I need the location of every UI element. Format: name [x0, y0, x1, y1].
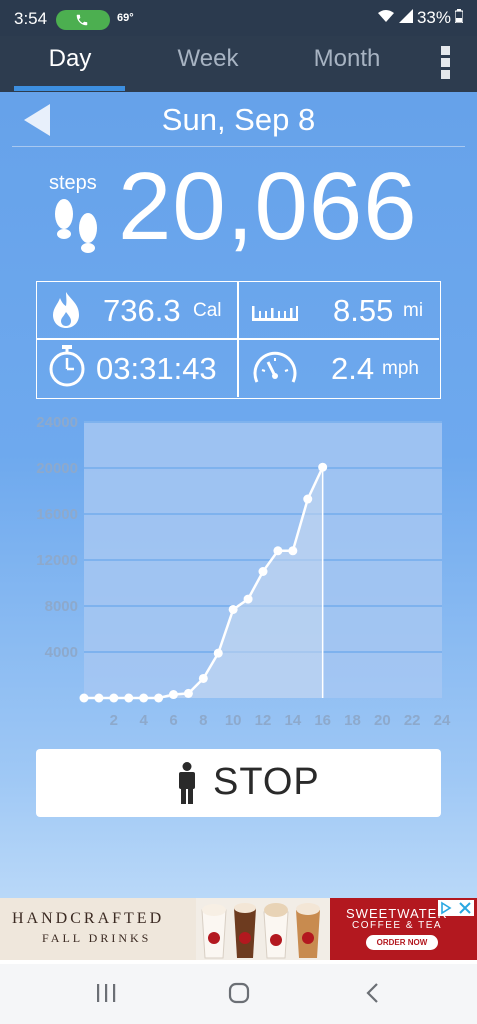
stopwatch-icon	[47, 344, 87, 393]
phone-call-icon[interactable]	[56, 10, 110, 30]
ad-order-button[interactable]: ORDER NOW	[366, 935, 438, 950]
data-point	[169, 690, 178, 700]
data-point	[183, 688, 193, 698]
x-tick-label: 6	[169, 712, 177, 729]
data-point	[258, 567, 268, 576]
status-right: 33%	[377, 8, 464, 28]
active-tab-indicator	[14, 86, 125, 91]
steps-count: 20,066	[118, 153, 418, 260]
data-point	[124, 693, 134, 703]
y-tick-label: 16000	[36, 506, 78, 523]
stats-grid: 736.3 Cal 8.55 mi 03:31:43 2.4 mph	[36, 281, 441, 399]
x-tick-label: 12	[255, 712, 272, 729]
duration-value: 03:31:43	[96, 351, 217, 386]
data-point	[109, 693, 119, 703]
distance-unit: mi	[403, 300, 424, 321]
overflow-menu-icon[interactable]	[438, 46, 454, 86]
stop-button[interactable]: STOP	[36, 749, 441, 817]
flame-icon	[49, 290, 83, 335]
speed-value: 2.4	[331, 351, 375, 386]
main-panel: Sun, Sep 8 steps 20,066 736.3 Cal 8.55 m…	[0, 92, 477, 898]
divider	[12, 146, 465, 147]
battery-percent: 33%	[416, 8, 451, 27]
x-tick-label: 22	[404, 712, 421, 729]
data-point	[243, 594, 253, 604]
y-tick-label: 12000	[36, 552, 78, 569]
signal-icon	[398, 8, 413, 28]
status-time: 3:54	[14, 9, 48, 28]
x-tick-label: 10	[225, 712, 242, 729]
x-tick-label: 4	[139, 712, 148, 729]
tab-month[interactable]: Month	[277, 36, 417, 92]
ruler-icon	[251, 302, 299, 327]
person-icon	[179, 762, 195, 804]
home-icon[interactable]	[227, 982, 251, 1004]
x-tick-label: 24	[434, 712, 451, 729]
x-tick-label: 2	[110, 712, 118, 729]
ad-brand-sub: COFFEE & TEA	[352, 920, 443, 931]
adchoices-icon[interactable]	[438, 900, 474, 916]
y-tick-label: 8000	[45, 598, 78, 615]
ad-headline-1: HANDCRAFTED	[12, 910, 165, 927]
calories-unit: Cal	[193, 300, 222, 321]
y-tick-label: 20000	[36, 460, 78, 477]
calories-value: 736.3	[103, 293, 181, 328]
back-icon[interactable]	[364, 982, 384, 1004]
data-point	[228, 604, 238, 614]
y-tick-label: 4000	[45, 644, 78, 661]
ad-left: HANDCRAFTED FALL DRINKS	[0, 898, 200, 960]
x-tick-label: 20	[374, 712, 391, 729]
drink-cups-image	[196, 898, 330, 960]
speedometer-icon	[251, 346, 299, 393]
footprints-icon	[50, 196, 102, 265]
ad-brand-name: SWEETWATER	[346, 906, 448, 921]
x-tick-label: 18	[344, 712, 361, 729]
data-point	[303, 494, 313, 504]
x-tick-label: 16	[314, 712, 331, 729]
y-tick-label: 24000	[36, 414, 78, 431]
distance-value: 8.55	[333, 293, 394, 328]
x-tick-label: 14	[284, 712, 301, 729]
speed-unit: mph	[382, 358, 419, 379]
system-nav-bar	[0, 964, 477, 1024]
wifi-icon	[377, 8, 395, 28]
battery-icon	[454, 8, 464, 28]
data-point	[273, 546, 283, 556]
data-point	[79, 693, 89, 703]
x-tick-label: 8	[199, 712, 207, 729]
data-point	[213, 648, 223, 658]
data-point	[288, 546, 298, 556]
data-point	[318, 462, 328, 472]
recents-icon[interactable]	[94, 982, 118, 1004]
tab-day[interactable]: Day	[0, 36, 140, 92]
tab-bar: Day Week Month	[0, 36, 477, 92]
hourly-steps-chart: 24000200001600012000800040002 4 6 8 10 12 14 16…	[36, 414, 451, 729]
data-point	[154, 693, 164, 703]
status-temperature: 69°	[117, 12, 134, 24]
ad-headline-2: FALL DRINKS	[42, 931, 152, 945]
steps-label: steps	[49, 172, 97, 194]
ad-banner[interactable]: HANDCRAFTED FALL DRINKS SWEETWATER COFFE…	[0, 898, 477, 960]
data-point	[198, 673, 208, 683]
data-point	[94, 693, 104, 703]
tab-week[interactable]: Week	[138, 36, 278, 92]
status-bar: 3:54 69° 33%	[0, 0, 477, 36]
data-point	[139, 693, 149, 703]
date-title: Sun, Sep 8	[161, 102, 316, 137]
stop-label: STOP	[213, 761, 320, 803]
